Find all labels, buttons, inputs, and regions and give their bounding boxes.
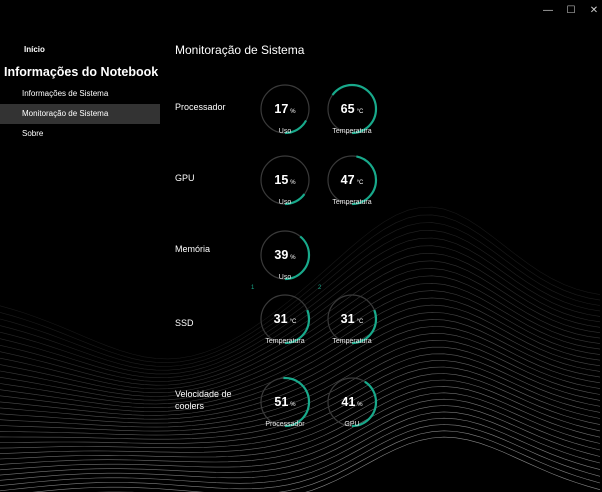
gauge-unit: % [290,180,296,186]
gauge-number: 15 [274,173,289,187]
row-label-processor: Processador [175,102,226,112]
home-link[interactable]: Início [24,45,45,54]
close-button[interactable]: ✕ [583,4,602,18]
gauge-index: 1 [251,285,255,291]
row-label-ssd: SSD [175,318,194,328]
gauge-value: 65 °C [326,100,378,118]
gauge-number: 39 [274,248,289,262]
gauge-unit: % [290,109,296,115]
gauge-cooler-speed-1: 51% Processador [259,376,311,442]
gauge-cooler-speed-2: 41% GPU [326,376,378,442]
gauge-processor-2: 65 °C Temperatura [326,83,378,149]
gauge-unit: °C [289,319,297,325]
gauge-number: 41 [341,395,356,409]
gauge-number: 65 [340,102,355,116]
gauge-number: 17 [274,102,289,116]
gauge-caption: Temperatura [332,338,372,345]
page-title: Monitoração de Sistema [175,43,305,57]
gauge-processor-1: 17% Uso [259,83,311,149]
sidebar-item-about[interactable]: Sobre [0,124,160,144]
gauge-ssd-2: 31 °C Temperatura 2 [318,285,378,359]
gauge-number: 31 [273,312,288,326]
sidebar-item-label: Monitoração de Sistema [22,109,109,118]
sidebar-item-system-monitoring[interactable]: Monitoração de Sistema [0,104,160,124]
gauge-value: 15% [259,171,311,189]
gauge-unit: % [290,402,296,408]
gauge-value: 41% [326,393,378,411]
sidebar: Início Informações do Notebook Informaçõ… [0,0,160,492]
sidebar-item-label: Informações de Sistema [22,89,109,98]
app-title: Informações do Notebook [4,65,159,79]
maximize-button[interactable]: ☐ [560,4,582,18]
gauge-unit: % [357,402,363,408]
gauge-gpu-1: 15% Uso [259,154,311,220]
gauge-value: 51% [259,393,311,411]
gauge-number: 47 [340,173,355,187]
gauge-number: 51 [274,395,289,409]
gauge-ssd-1: 31 °C Temperatura 1 [251,285,311,359]
gauge-unit: % [290,255,296,261]
gauge-caption: Temperatura [332,199,372,206]
gauge-value: 31 °C [326,310,378,328]
gauge-gpu-2: 47 °C Temperatura [326,154,378,220]
row-label-gpu: GPU [175,173,195,183]
gauge-value: 39% [259,246,311,264]
gauge-caption: GPU [344,421,360,428]
gauge-caption: Temperatura [332,128,372,135]
gauge-unit: °C [356,109,364,115]
gauge-index: 2 [318,285,322,291]
minimize-button[interactable]: — [537,4,559,18]
sidebar-item-label: Sobre [22,129,44,138]
row-label-cooler-speed: Velocidade de coolers [175,389,232,411]
gauge-memory-1: 39% Uso [259,229,311,295]
gauge-number: 31 [340,312,355,326]
sidebar-item-system-info[interactable]: Informações de Sistema [0,84,160,104]
gauge-unit: °C [356,180,364,186]
gauge-caption: Uso [278,274,292,281]
row-label-memory: Memória [175,244,211,254]
gauge-value: 31 °C [259,310,311,328]
gauge-value: 17% [259,100,311,118]
gauge-value: 47 °C [326,171,378,189]
gauge-unit: °C [356,319,364,325]
